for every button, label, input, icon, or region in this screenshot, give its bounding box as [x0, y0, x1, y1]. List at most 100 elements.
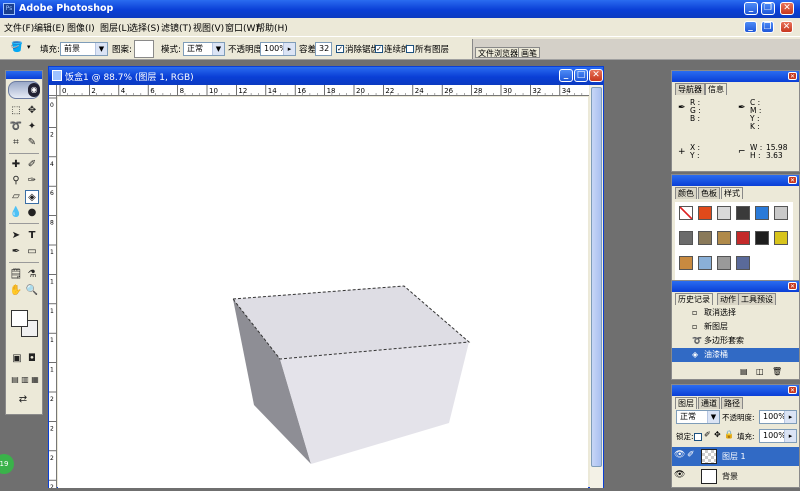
screen-mode-full-icon[interactable]: ▦	[28, 373, 42, 387]
chevron-right-icon[interactable]: ▸	[784, 411, 796, 423]
close-icon[interactable]: ✕	[788, 176, 797, 184]
zoom-tool-icon[interactable]: 🔍	[25, 284, 39, 298]
document-maximize-button[interactable]: □	[574, 69, 588, 82]
chevron-right-icon[interactable]: ▸	[283, 43, 295, 55]
contiguous-checkbox[interactable]: ✓	[375, 45, 383, 53]
new-document-icon[interactable]: ▤	[740, 367, 748, 376]
layer-opacity-input[interactable]: 100% ▸	[759, 410, 797, 424]
tab-actions[interactable]: 动作	[717, 293, 739, 305]
menu-view[interactable]: 视图(V)	[193, 21, 224, 34]
tab-layers[interactable]: 图层	[675, 397, 697, 409]
menu-layer[interactable]: 图层(L)	[100, 21, 130, 34]
magic-wand-tool-icon[interactable]: ✦	[25, 120, 39, 134]
quick-mask-mode-icon[interactable]: ◘	[25, 352, 39, 366]
menu-select[interactable]: 选择(S)	[129, 21, 160, 34]
all-layers-checkbox[interactable]	[406, 45, 414, 53]
tab-info[interactable]: 信息	[705, 83, 727, 95]
lasso-tool-icon[interactable]: ➰	[9, 120, 23, 134]
history-item[interactable]: ▫ 新图层	[672, 320, 799, 334]
marquee-tool-icon[interactable]: ⬚	[9, 104, 23, 118]
layer-row[interactable]: 👁 ✐ 图层 1	[672, 447, 799, 466]
restore-button[interactable]: ❐	[761, 2, 775, 15]
standard-mode-icon[interactable]: ▣	[10, 352, 24, 366]
eyedropper-tool-icon[interactable]: ⚗	[25, 268, 39, 282]
lock-transparent-icon[interactable]	[694, 433, 702, 441]
eye-icon[interactable]: 👁	[674, 470, 685, 480]
mode-select[interactable]: 正常 ▼	[183, 42, 225, 56]
style-swatch[interactable]	[717, 206, 731, 220]
style-swatch[interactable]	[679, 256, 693, 270]
move-tool-icon[interactable]: ✥	[25, 104, 39, 118]
style-swatch[interactable]	[755, 231, 769, 245]
delete-icon[interactable]: 🗑	[772, 367, 782, 376]
tab-swatches[interactable]: 色板	[698, 187, 720, 199]
style-swatch[interactable]	[736, 231, 750, 245]
tab-navigator[interactable]: 导航器	[675, 83, 705, 95]
eye-icon[interactable]: 👁	[674, 450, 685, 460]
tolerance-input[interactable]: 32	[315, 42, 332, 56]
style-swatch[interactable]	[698, 256, 712, 270]
anti-alias-checkbox[interactable]: ✓	[336, 45, 344, 53]
blend-mode-select[interactable]: 正常 ▼	[676, 410, 720, 424]
tab-channels[interactable]: 通道	[698, 397, 720, 409]
brush-tool-icon[interactable]: ✐	[25, 158, 39, 172]
tab-history[interactable]: 历史记录	[675, 293, 713, 305]
opacity-input[interactable]: 100% ▸	[260, 42, 296, 56]
menu-filter[interactable]: 滤镜(T)	[161, 21, 192, 34]
eraser-tool-icon[interactable]: ▱	[9, 190, 23, 204]
history-brush-tool-icon[interactable]: ✑	[25, 174, 39, 188]
path-selection-tool-icon[interactable]: ➤	[9, 229, 23, 243]
new-snapshot-icon[interactable]: ◫	[756, 367, 764, 376]
toolbox-header-icon[interactable]: ◉	[8, 81, 40, 99]
slice-tool-icon[interactable]: ✎	[25, 136, 39, 150]
tab-color[interactable]: 颜色	[675, 187, 697, 199]
document-close-button[interactable]: ✕	[589, 69, 603, 82]
blur-tool-icon[interactable]: 💧	[9, 206, 23, 220]
style-swatch[interactable]	[755, 206, 769, 220]
paint-bucket-tool-icon[interactable]: 🪣	[10, 41, 24, 55]
vertical-scrollbar[interactable]	[590, 85, 603, 488]
chevron-right-icon[interactable]: ▸	[784, 430, 796, 442]
tab-tool-presets[interactable]: 工具预设	[738, 293, 776, 305]
shape-tool-icon[interactable]: ▭	[25, 245, 39, 259]
foreground-color-swatch-front[interactable]	[11, 310, 28, 327]
paint-bucket-tool-icon[interactable]: ◈	[25, 190, 39, 204]
style-swatch[interactable]	[736, 206, 750, 220]
canvas[interactable]	[58, 97, 588, 488]
hand-tool-icon[interactable]: ✋	[9, 284, 23, 298]
minimize-button[interactable]: _	[744, 2, 758, 15]
history-item-active[interactable]: ◈ 油漆桶	[672, 348, 799, 362]
style-swatch[interactable]	[736, 256, 750, 270]
history-item[interactable]: ▫ 取消选择	[672, 306, 799, 320]
close-icon[interactable]: ✕	[788, 72, 797, 80]
doc-minimize-button[interactable]: _	[744, 21, 757, 33]
menu-help[interactable]: 帮助(H)	[256, 21, 288, 34]
style-swatch[interactable]	[717, 256, 731, 270]
layer-fill-input[interactable]: 100% ▸	[759, 429, 797, 443]
style-swatch[interactable]	[717, 231, 731, 245]
menu-edit[interactable]: 编辑(E)	[34, 21, 65, 34]
document-minimize-button[interactable]: _	[559, 69, 573, 82]
close-button[interactable]: ✕	[780, 2, 794, 15]
close-icon[interactable]: ✕	[788, 386, 797, 394]
clone-stamp-tool-icon[interactable]: ⚲	[9, 174, 23, 188]
scrollbar-thumb[interactable]	[591, 87, 602, 467]
healing-brush-tool-icon[interactable]: ✚	[9, 158, 23, 172]
style-swatch[interactable]	[679, 231, 693, 245]
jump-to-imageready-icon[interactable]: ⇄	[16, 393, 30, 407]
lock-brush-icon[interactable]: ✐	[704, 430, 711, 439]
type-tool-icon[interactable]: T	[25, 229, 39, 243]
history-item[interactable]: ➰ 多边形套索	[672, 334, 799, 348]
layer-row[interactable]: 👁 背景	[672, 467, 799, 486]
menu-file[interactable]: 文件(F)	[4, 21, 34, 34]
tab-paths[interactable]: 路径	[721, 397, 743, 409]
doc-close-button[interactable]: ✕	[780, 21, 793, 33]
style-swatch[interactable]	[698, 206, 712, 220]
style-swatch[interactable]	[774, 231, 788, 245]
style-swatch[interactable]	[774, 206, 788, 220]
doc-restore-button[interactable]: ❐	[761, 21, 774, 33]
style-swatch[interactable]	[679, 206, 693, 220]
style-swatch[interactable]	[698, 231, 712, 245]
lock-move-icon[interactable]: ✥	[714, 430, 721, 439]
file-browser-tab[interactable]: 文件浏览器	[475, 47, 521, 58]
